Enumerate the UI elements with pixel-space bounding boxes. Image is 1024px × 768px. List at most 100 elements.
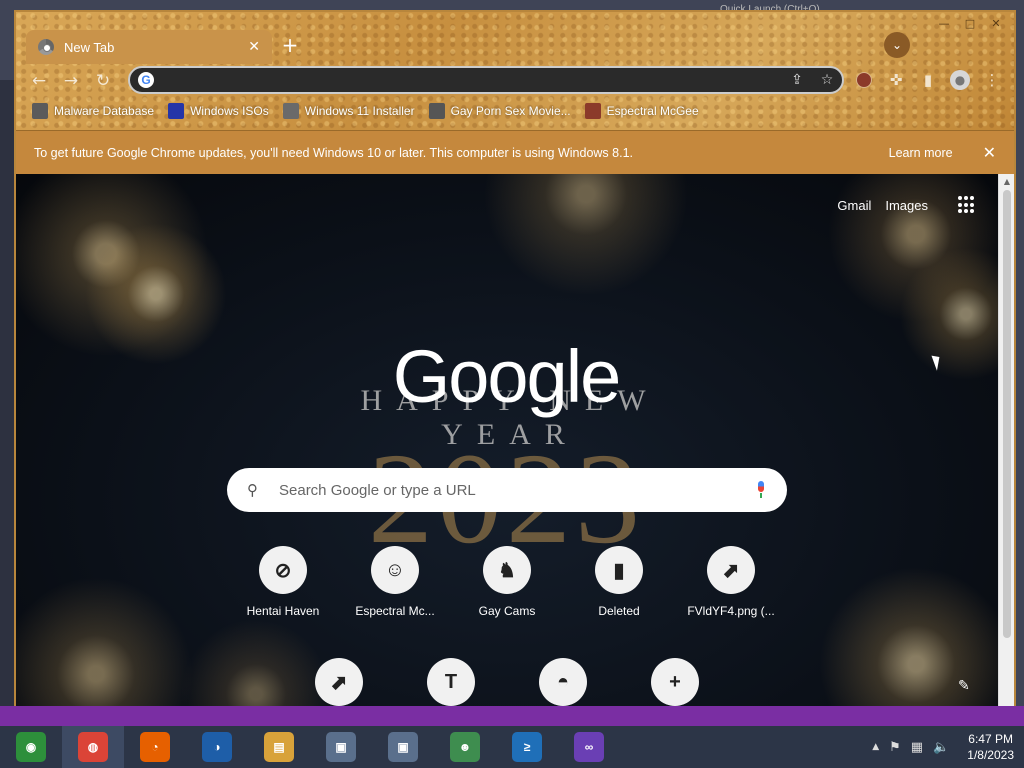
shortcut-tile[interactable]: ☺ Espectral Mc... <box>339 546 451 618</box>
shortcut-tile[interactable]: ♞ Gay Cams <box>451 546 563 618</box>
infobar-close-icon[interactable]: ✕ <box>983 143 996 162</box>
task-item-powershell[interactable]: ≥ <box>496 726 558 768</box>
omnibox[interactable]: G ⇪ ☆ <box>128 66 844 94</box>
search-icon: ⚲ <box>247 481 258 499</box>
extensions-puzzle-icon[interactable]: ✜ <box>884 68 908 92</box>
update-infobar: To get future Google Chrome updates, you… <box>16 130 1014 174</box>
customize-pencil-icon[interactable]: ✎ <box>958 678 976 696</box>
forward-button[interactable]: → <box>58 68 84 94</box>
google-logo[interactable]: Google <box>356 334 656 419</box>
bookmark-item[interactable]: Malware Database <box>32 103 154 119</box>
microphone-icon[interactable] <box>755 481 767 499</box>
tab-search-button[interactable]: ⌄ <box>884 32 910 58</box>
extension-avatar-button[interactable] <box>852 68 876 92</box>
bookmark-star-icon[interactable]: ☆ <box>812 72 842 88</box>
bookmark-item[interactable]: Windows ISOs <box>168 103 269 119</box>
chrome-menu-icon[interactable]: ⋮ <box>980 68 1004 92</box>
users-icon: ☻ <box>450 732 480 762</box>
installer-icon <box>282 103 299 119</box>
page-scrollbar[interactable]: ▲ ▼ <box>998 174 1014 718</box>
action-center-flag-icon[interactable]: ⚑ <box>889 740 901 755</box>
task-item-explorer[interactable]: ▤ <box>248 726 310 768</box>
task-item-remote1[interactable]: ▣ <box>310 726 372 768</box>
bookmark-label: Windows ISOs <box>190 104 269 118</box>
bookmark-label: Gay Porn Sex Movie... <box>450 104 571 118</box>
profile-icon: ● <box>950 70 970 90</box>
bookmark-item[interactable]: Windows 11 Installer <box>282 103 415 119</box>
gmail-link[interactable]: Gmail <box>837 198 871 213</box>
maps-icon: ◉ <box>16 732 46 762</box>
bookmark-item[interactable]: Gay Porn Sex Movie... <box>428 103 571 119</box>
learn-more-link[interactable]: Learn more <box>889 146 953 160</box>
taskbar: ◉ ◍ ◔ ◑ ▤ ▣ ▣ ☻ ≥ ∞ ▲ ⚑ ▦ 🔈 6:47 PM 1/8/2023 <box>0 726 1024 768</box>
title-bar: — □ ✕ New Tab ✕ + ⌄ ← → ↻ G ⇪ ☆ ✜ ▮ ● ⋮ <box>16 12 1014 130</box>
shortcut-label: Deleted <box>598 604 640 618</box>
task-item-visual-studio[interactable]: ∞ <box>558 726 620 768</box>
browser-window: — □ ✕ New Tab ✕ + ⌄ ← → ↻ G ⇪ ☆ ✜ ▮ ● ⋮ <box>14 10 1016 720</box>
tab-title: New Tab <box>64 39 115 55</box>
task-item-maps[interactable]: ◉ <box>0 726 62 768</box>
new-tab-button[interactable]: + <box>278 34 302 58</box>
shortcut-label: Gay Cams <box>478 604 536 618</box>
chrome-favicon-icon <box>38 39 54 55</box>
maximize-button[interactable]: □ <box>958 16 982 34</box>
close-window-button[interactable]: ✕ <box>984 16 1008 34</box>
obama-icon: ◑ <box>202 732 232 762</box>
clock[interactable]: 6:47 PM 1/8/2023 <box>967 731 1014 763</box>
address-bar-input[interactable] <box>162 72 782 88</box>
shortcut-tile[interactable]: ▮ Deleted <box>563 546 675 618</box>
clock-date: 1/8/2023 <box>967 748 1014 762</box>
bookmark-label: Espectral McGee <box>606 104 699 118</box>
task-item-obama[interactable]: ◑ <box>186 726 248 768</box>
scroll-thumb[interactable] <box>1003 190 1011 638</box>
tab-new-tab[interactable]: New Tab ✕ <box>26 30 272 64</box>
task-item-users[interactable]: ☻ <box>434 726 496 768</box>
bookmark-item[interactable]: Espectral McGee <box>584 103 699 119</box>
tray-chevron-icon[interactable]: ▲ <box>872 742 879 752</box>
firework-decoration <box>456 174 716 294</box>
chrome-icon: ◓ <box>539 658 587 706</box>
firefox-icon: ◔ <box>140 732 170 762</box>
shortcut-tile[interactable]: ⬈ FVldYF4.png (... <box>675 546 787 618</box>
task-item-remote2[interactable]: ▣ <box>372 726 434 768</box>
ntp-search-box[interactable]: ⚲ <box>227 468 787 512</box>
malware-icon <box>32 103 48 119</box>
add-shortcut-icon: + <box>651 658 699 706</box>
toolbar: ← → ↻ G ⇪ ☆ ✜ ▮ ● ⋮ <box>16 64 1014 96</box>
google-apps-icon[interactable] <box>958 196 976 214</box>
profile-button[interactable]: ● <box>948 68 972 92</box>
image-icon: ⬈ <box>315 658 363 706</box>
images-link[interactable]: Images <box>885 198 928 213</box>
taskbar-apps: ◉ ◍ ◔ ◑ ▤ ▣ ▣ ☻ ≥ ∞ <box>0 726 620 768</box>
image-icon: ⬈ <box>707 546 755 594</box>
shortcut-label: FVldYF4.png (... <box>687 604 775 618</box>
powershell-icon: ≥ <box>512 732 542 762</box>
clock-time: 6:47 PM <box>968 732 1013 746</box>
google-g-icon: G <box>138 72 154 88</box>
extension-avatar-icon <box>856 72 872 88</box>
site-icon: ♞ <box>483 546 531 594</box>
visual-studio-icon: ∞ <box>574 732 604 762</box>
bookmark-label: Malware Database <box>54 104 155 118</box>
system-tray: ▲ ⚑ ▦ 🔈 6:47 PM 1/8/2023 <box>872 726 1014 768</box>
shortcut-tile[interactable]: ⊘ Hentai Haven <box>227 546 339 618</box>
close-tab-icon[interactable]: ✕ <box>248 39 260 55</box>
scroll-up-arrow[interactable]: ▲ <box>999 174 1015 190</box>
t-icon: T <box>427 658 475 706</box>
ntp-search-input[interactable] <box>279 481 755 499</box>
task-item-firefox[interactable]: ◔ <box>124 726 186 768</box>
volume-icon[interactable]: 🔈 <box>933 740 949 755</box>
side-panel-icon[interactable]: ▮ <box>916 68 940 92</box>
avatar-icon: ☺ <box>371 546 419 594</box>
share-icon[interactable]: ⇪ <box>782 72 812 88</box>
shortcut-label: Espectral Mc... <box>355 604 435 618</box>
task-item-chrome[interactable]: ◍ <box>62 726 124 768</box>
firework-decoration <box>76 214 236 374</box>
infobar-message: To get future Google Chrome updates, you… <box>34 145 633 160</box>
window-controls: — □ ✕ <box>932 16 1008 34</box>
reload-button[interactable]: ↻ <box>90 68 116 94</box>
remote1-icon: ▣ <box>326 732 356 762</box>
minimize-button[interactable]: — <box>932 16 956 34</box>
network-icon[interactable]: ▦ <box>911 740 923 755</box>
back-button[interactable]: ← <box>26 68 52 94</box>
